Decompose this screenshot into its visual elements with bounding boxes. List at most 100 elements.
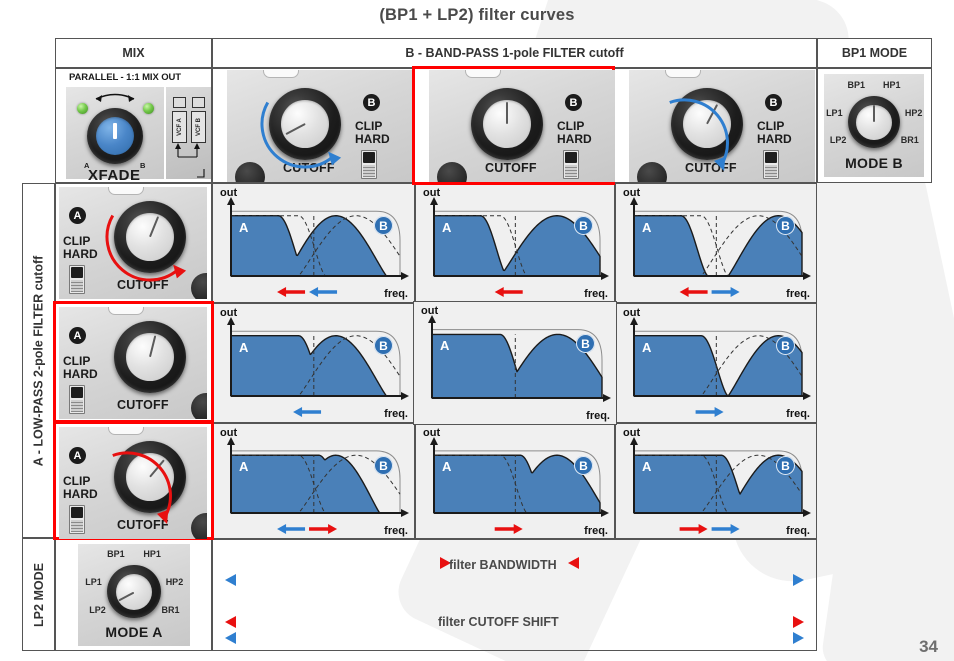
channel-badge-a: A [69, 327, 86, 344]
curve-marker-b: B [576, 334, 595, 353]
shift-arrows [679, 287, 740, 297]
hard-label: HARD [63, 487, 98, 501]
axis-label-out: out [421, 305, 439, 317]
legend-panel: filter BANDWIDTH filter CUTOFF SHIFT [212, 538, 817, 651]
graph-cell-r3c2: out freq. A B [415, 423, 615, 540]
cutoff-knob[interactable] [114, 201, 186, 273]
clip-label: CLIP [557, 119, 585, 133]
curve-marker-a: A [642, 339, 652, 355]
mode-position-lp2: LP2 [829, 135, 847, 146]
hard-label: HARD [757, 132, 792, 146]
cutoff-label: CUTOFF [117, 398, 169, 412]
page-title: (BP1 + LP2) filter curves [379, 6, 575, 24]
lp2-mode-cell: LP2 LP1 BP1 HP1 HP2 BR1 MODE A [55, 538, 212, 651]
cutoff-knob[interactable] [269, 88, 341, 160]
a-knob-cell-3-highlighted: A CLIP HARD CUTOFF [53, 421, 214, 540]
a-knob-cell-2-highlighted: A CLIP HARD CUTOFF [53, 301, 214, 423]
clip-hard-switch[interactable] [69, 505, 85, 534]
clip-hard-switch[interactable] [763, 150, 779, 179]
b-knob-cell-1: B CLIP HARD CUTOFF [212, 68, 415, 183]
shift-arrows [695, 407, 724, 417]
hard-label: HARD [355, 132, 390, 146]
channel-badge-a: A [69, 447, 86, 464]
row-label-low-pass: A - LOW-PASS 2-pole FILTER cutoff [22, 183, 55, 538]
panel-notch [108, 307, 144, 315]
header-band-pass: B - BAND-PASS 1-pole FILTER cutoff [212, 38, 817, 68]
panel-notch [108, 187, 144, 195]
vcf-a-box: VCF A [172, 111, 187, 143]
knob-photo: A CLIP HARD CUTOFF [59, 307, 207, 419]
graph-cell-r2c1: out freq. A B [212, 303, 415, 423]
cutoff-knob[interactable] [114, 441, 186, 513]
routing-icon-right [192, 97, 205, 108]
knob-photo: A CLIP HARD CUTOFF [59, 187, 207, 299]
clip-hard-switch[interactable] [563, 150, 579, 179]
hard-label: HARD [557, 132, 592, 146]
shift-arrows [679, 524, 740, 534]
curve-marker-b: B [374, 336, 393, 355]
legend-label-cutoff-shift: filter CUTOFF SHIFT [438, 615, 559, 629]
knob-photo: B CLIP HARD CUTOFF [629, 70, 815, 182]
cutoff-knob[interactable] [671, 88, 743, 160]
graph-cell-r3c1: out freq. A B [212, 423, 415, 540]
mode-position-hp1: HP1 [143, 548, 161, 559]
cutoff-label: CUTOFF [283, 161, 335, 175]
graph-cell-r2c2-highlighted: out freq. A B [413, 301, 617, 425]
mode-position-lp2: LP2 [89, 605, 106, 616]
curve-marker-b: B [574, 216, 593, 235]
mode-position-br1: BR1 [900, 135, 919, 146]
curve-marker-a: A [642, 459, 652, 475]
clip-label: CLIP [63, 354, 91, 368]
curve-marker-b: B [374, 216, 393, 235]
graph-cell-r3c3: out freq. A B [615, 423, 817, 540]
clip-hard-switch[interactable] [69, 265, 85, 294]
axis-label-out: out [220, 307, 238, 319]
xfade-knob[interactable] [87, 108, 143, 164]
curve-marker-a: A [239, 459, 249, 475]
bp1-mode-photo: LP2 LP1 BP1 HP1 HP2 BR1 MODE B [824, 74, 924, 177]
knob-photo: B CLIP HARD CUTOFF [227, 70, 413, 182]
panel-notch [665, 70, 701, 78]
b-knob-cell-2-highlighted: B CLIP HARD CUTOFF [412, 66, 615, 185]
xfade-label: XFADE [88, 167, 141, 182]
graph-cell-r1c1: out freq. A B [212, 183, 415, 303]
mode-position-bp1: BP1 [847, 79, 865, 90]
graph-cell-r2c3: out freq. A B [615, 303, 817, 423]
led-right [143, 103, 154, 114]
clip-hard-switch[interactable] [361, 150, 377, 179]
curve-marker-b: B [776, 336, 795, 355]
curve-marker-b: B [574, 456, 593, 475]
led-left [77, 103, 88, 114]
cutoff-label: CUTOFF [117, 278, 169, 292]
panel-notch [465, 70, 501, 78]
page-number: 34 [919, 637, 938, 656]
axis-label-out: out [623, 187, 641, 199]
mode-knob[interactable] [107, 565, 161, 619]
curve-marker-a: A [442, 459, 452, 475]
mode-position-lp1: LP1 [826, 107, 843, 118]
graph-cell-r1c3: out freq. A B [615, 183, 817, 303]
axis-label-out: out [423, 187, 441, 199]
axis-label-freq: freq. [586, 410, 610, 422]
curve-marker-a: A [440, 338, 450, 354]
axis-label-out: out [623, 307, 641, 319]
xfade-mark-b: B [140, 161, 146, 170]
cutoff-knob[interactable] [471, 88, 543, 160]
graph-cell-r1c2: out freq. A B [415, 183, 615, 303]
clip-hard-switch[interactable] [69, 385, 85, 414]
hard-label: HARD [63, 367, 98, 381]
mode-knob-label: MODE A [105, 624, 163, 640]
shift-arrows [277, 287, 338, 297]
mode-position-hp2: HP2 [165, 577, 184, 588]
cutoff-knob[interactable] [114, 321, 186, 393]
a-knob-cell-1: A CLIP HARD CUTOFF [55, 183, 212, 303]
shift-arrows [494, 524, 523, 534]
knob-photo: A CLIP HARD CUTOFF [59, 427, 207, 539]
vcf-b-box: VCF B [191, 111, 206, 143]
mix-caption: PARALLEL - 1:1 MIX OUT [69, 72, 181, 83]
header-mix: MIX [55, 38, 212, 68]
cutoff-label: CUTOFF [485, 161, 537, 175]
channel-badge-b: B [565, 94, 582, 111]
shift-arrows [494, 287, 523, 297]
panel-notch [263, 70, 299, 78]
